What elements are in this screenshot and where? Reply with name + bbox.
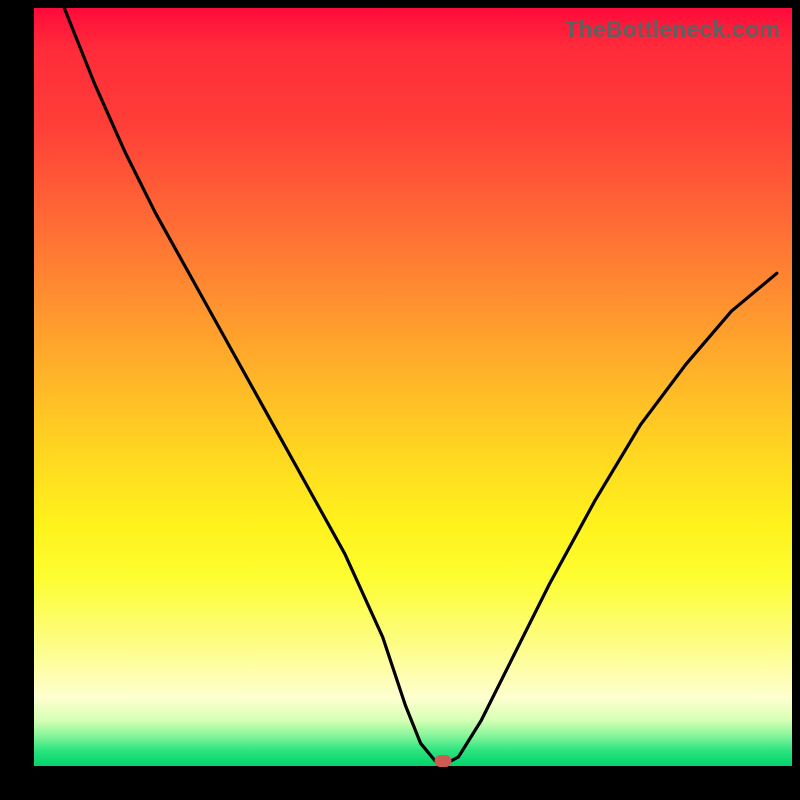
chart-frame: TheBottleneck.com [0, 0, 800, 800]
minimum-marker [435, 755, 452, 767]
plot-area: TheBottleneck.com [34, 8, 792, 766]
attribution-text: TheBottleneck.com [564, 16, 780, 43]
bottleneck-curve [34, 8, 792, 766]
